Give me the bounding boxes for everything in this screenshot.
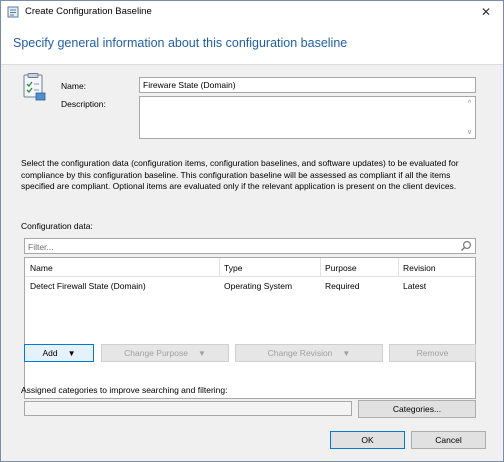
page-title: Specify general information about this c… (13, 36, 348, 50)
scroll-down-icon[interactable]: v (464, 127, 475, 137)
name-field[interactable]: Fireware State (Domain) (139, 77, 476, 93)
cell-name: Detect Firewall State (Domain) (30, 281, 146, 291)
window-title: Create Configuration Baseline (25, 6, 152, 17)
close-icon: ✕ (480, 5, 492, 19)
grid-header: Name Type Purpose Revision (25, 258, 475, 277)
configuration-data-grid[interactable]: Name Type Purpose Revision Detect Firewa… (24, 257, 476, 399)
baseline-checklist-icon (23, 73, 46, 101)
description-scrollbar[interactable]: ^ v (464, 97, 475, 138)
categories-label: Assigned categories to improve searching… (21, 385, 228, 395)
categories-button[interactable]: Categories... (358, 400, 476, 418)
description-field[interactable]: ^ v (139, 96, 476, 139)
column-header-name[interactable]: Name (30, 258, 53, 276)
close-button[interactable]: ✕ (469, 1, 503, 23)
remove-button[interactable]: Remove (389, 344, 476, 362)
instructions-line: compliance by this configuration baselin… (21, 169, 451, 180)
description-label: Description: (61, 99, 106, 109)
scroll-up-icon[interactable]: ^ (464, 98, 475, 108)
filter-placeholder: Filter... (28, 242, 54, 252)
instructions-line: Select the configuration data (configura… (21, 158, 459, 168)
add-button-label: Add (42, 348, 58, 358)
configuration-data-label: Configuration data: (21, 221, 93, 231)
categories-field (24, 401, 352, 416)
instructions-text: Select the configuration data (configura… (21, 158, 483, 193)
cell-purpose: Required (325, 281, 360, 291)
name-label: Name: (61, 81, 87, 91)
caret-down-icon: ▼ (342, 348, 351, 358)
change-revision-button[interactable]: Change Revision ▼ (235, 344, 383, 362)
ok-button[interactable]: OK (330, 431, 405, 449)
change-revision-label: Change Revision (267, 348, 333, 358)
cell-revision: Latest (403, 281, 427, 291)
filter-input[interactable]: Filter... (24, 238, 476, 254)
caret-down-icon: ▼ (67, 348, 76, 358)
table-row[interactable]: Detect Firewall State (Domain) Operating… (25, 278, 475, 294)
column-header-revision[interactable]: Revision (403, 258, 436, 276)
cell-type: Operating System (224, 281, 293, 291)
baseline-icon (7, 6, 19, 18)
instructions-line: specified are compliant. Optional items … (21, 181, 457, 191)
header-band: Specify general information about this c… (1, 23, 503, 65)
change-purpose-label: Change Purpose (124, 348, 188, 358)
dialog-body: Name: Fireware State (Domain) Descriptio… (1, 65, 503, 461)
search-icon[interactable] (460, 240, 472, 252)
title-bar: Create Configuration Baseline ✕ (1, 1, 503, 23)
column-header-purpose[interactable]: Purpose (325, 258, 357, 276)
create-configuration-baseline-dialog: Create Configuration Baseline ✕ Specify … (0, 0, 504, 462)
cancel-button[interactable]: Cancel (411, 431, 486, 449)
column-header-type[interactable]: Type (224, 258, 242, 276)
add-button[interactable]: Add ▼ (24, 344, 94, 362)
change-purpose-button[interactable]: Change Purpose ▼ (101, 344, 229, 362)
caret-down-icon: ▼ (197, 348, 206, 358)
